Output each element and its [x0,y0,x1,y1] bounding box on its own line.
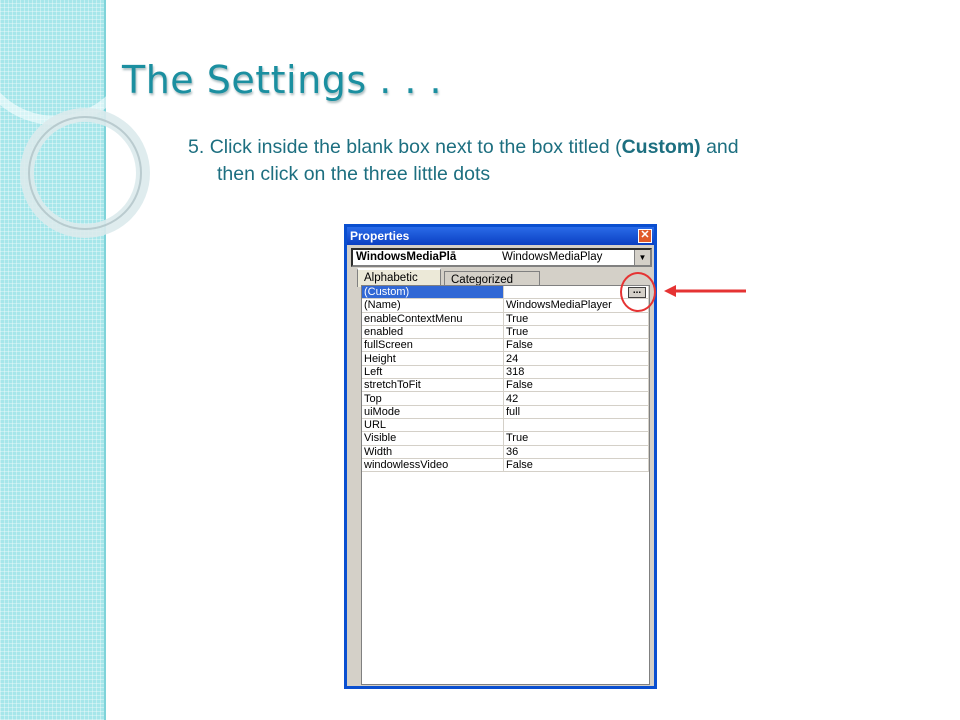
table-row[interactable]: Width 36 [362,445,649,459]
table-row[interactable]: (Custom) ... [362,286,649,300]
highlight-circle-annotation [620,272,656,312]
chevron-down-icon[interactable]: ▼ [634,250,650,265]
instruction-line1-end: and [700,136,739,158]
object-name: WindowsMediaPlā [356,251,457,263]
instruction-bold: Custom) [621,136,701,158]
table-row[interactable]: enableContextMenu True [362,312,649,326]
table-row[interactable]: stretchToFit False [362,378,649,393]
window-title: Properties [350,229,410,243]
property-value[interactable]: 36 [503,445,649,459]
property-name[interactable]: enableContextMenu [362,312,504,326]
table-row[interactable]: Height 24 [362,351,649,366]
table-row[interactable]: fullScreen False [362,338,649,353]
table-row[interactable]: Left 318 [362,365,649,380]
property-name[interactable]: (Custom) [362,286,504,300]
property-value[interactable]: True [503,325,649,340]
slide-title: The Settings . . . [122,58,443,102]
window-titlebar[interactable]: Properties ✕ [347,227,654,245]
property-name[interactable]: Top [362,391,504,406]
table-row[interactable]: URL [362,418,649,433]
property-name[interactable]: enabled [362,325,504,340]
property-value[interactable] [503,418,649,433]
property-name[interactable]: uiMode [362,405,504,419]
property-name[interactable]: (Name) [362,298,504,313]
step-number: 5. [188,136,205,158]
object-selector-dropdown[interactable]: WindowsMediaPlā WindowsMediaPlay ▼ [351,248,652,267]
properties-window: Properties ✕ WindowsMediaPlā WindowsMedi… [344,224,657,689]
decorative-ring [28,116,142,230]
close-icon[interactable]: ✕ [638,229,652,243]
decorative-side-band [0,0,150,720]
instruction-line1: Click inside the blank box next to the b… [209,136,622,158]
property-value[interactable]: 42 [503,391,649,406]
object-type: WindowsMediaPlay [502,251,603,263]
property-value[interactable]: False [503,338,649,353]
property-name[interactable]: stretchToFit [362,378,504,393]
property-name[interactable]: Visible [362,431,504,446]
arrow-left-icon [664,285,746,297]
table-row[interactable]: Top 42 [362,391,649,406]
table-row[interactable]: Visible True [362,431,649,446]
property-name[interactable]: fullScreen [362,338,504,353]
property-value[interactable]: full [503,405,649,419]
property-value[interactable]: True [503,431,649,446]
table-row[interactable]: windowlessVideo False [362,458,649,473]
property-name[interactable]: Left [362,365,504,380]
property-value[interactable]: False [503,378,649,393]
table-row[interactable]: uiMode full [362,405,649,419]
table-row[interactable]: (Name) WindowsMediaPlayer [362,298,649,313]
property-value[interactable]: 24 [503,351,649,366]
instruction-text: 5. Click inside the blank box next to th… [188,134,908,188]
property-name[interactable]: Width [362,445,504,459]
property-name[interactable]: URL [362,418,504,433]
property-value[interactable]: False [503,458,649,473]
property-name[interactable]: Height [362,351,504,366]
property-name[interactable]: windowlessVideo [362,458,504,473]
property-value[interactable]: True [503,312,649,326]
decorative-ring [0,0,140,125]
table-row[interactable]: enabled True [362,325,649,340]
property-grid: (Custom) ... (Name) WindowsMediaPlayer en… [361,285,650,685]
property-value[interactable]: 318 [503,365,649,380]
instruction-line2: then click on the three little dots [217,163,491,185]
